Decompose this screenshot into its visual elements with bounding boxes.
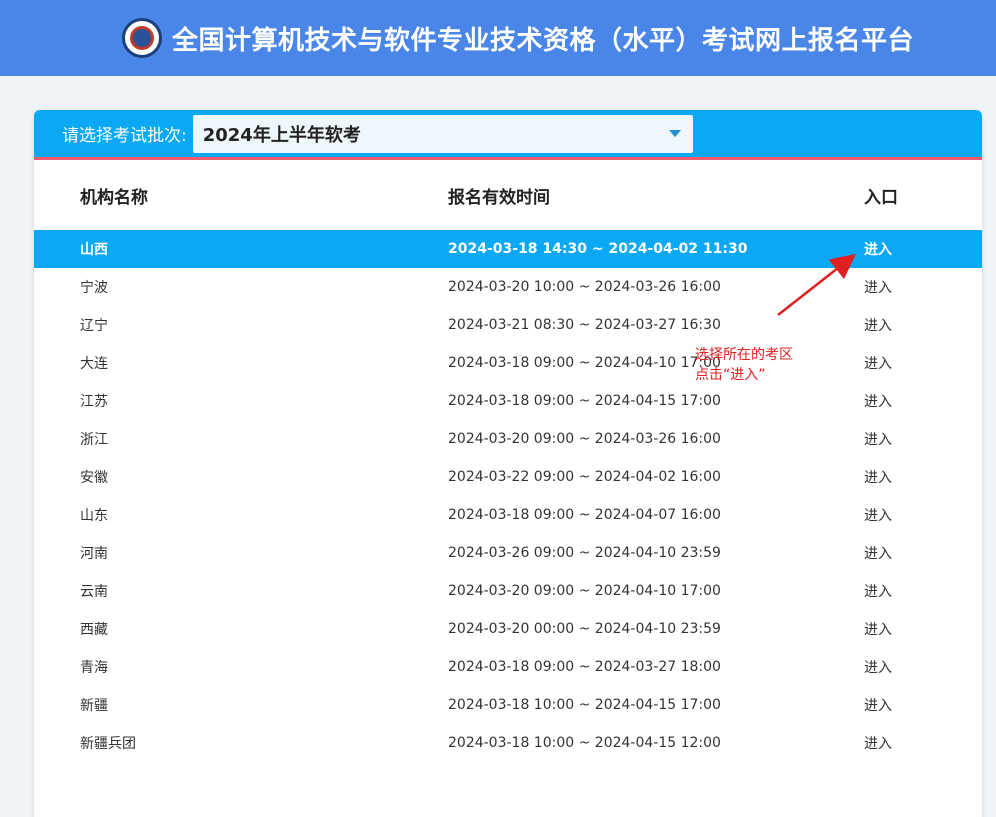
org-name: 云南 (80, 584, 108, 600)
column-header-time: 报名有效时间 (448, 187, 550, 208)
annotation-text: 选择所在的考区 点击“进入” (695, 345, 793, 385)
enter-link[interactable]: 进入 (864, 467, 892, 487)
table-row[interactable]: 新疆兵团 2024-03-18 10:00 ~ 2024-04-15 12:00 进… (34, 724, 982, 762)
table-row[interactable]: 江苏 2024-03-18 09:00 ~ 2024-04-15 17:00 进入 (34, 382, 982, 420)
table-row[interactable]: 云南 2024-03-20 09:00 ~ 2024-04-10 17:00 进入 (34, 572, 982, 610)
column-header-org: 机构名称 (80, 187, 148, 208)
registration-time: 2024-03-18 14:30 ~ 2024-04-02 11:30 (448, 241, 748, 257)
exam-card: 请选择考试批次: 2024年上半年软考 机构名称 报名有效时间 入口 山西 202… (34, 110, 982, 817)
org-name: 新疆 (80, 698, 108, 714)
batch-selector-bar: 请选择考试批次: 2024年上半年软考 (34, 110, 982, 160)
enter-link[interactable]: 进入 (864, 277, 892, 297)
org-name: 江苏 (80, 394, 108, 410)
enter-link[interactable]: 进入 (864, 543, 892, 563)
table-row[interactable]: 新疆 2024-03-18 10:00 ~ 2024-04-15 17:00 进入 (34, 686, 982, 724)
org-name: 辽宁 (80, 318, 108, 334)
org-name: 新疆兵团 (80, 736, 136, 752)
app-header: 全国计算机技术与软件专业技术资格（水平）考试网上报名平台 (0, 0, 996, 76)
table-row[interactable]: 河南 2024-03-26 09:00 ~ 2024-04-10 23:59 进入 (34, 534, 982, 572)
registration-time: 2024-03-18 10:00 ~ 2024-04-15 12:00 (448, 735, 721, 751)
batch-select-value: 2024年上半年软考 (202, 124, 361, 146)
logo-emblem-icon (129, 26, 154, 50)
batch-select[interactable]: 2024年上半年软考 (192, 114, 693, 153)
table-row[interactable]: 山西 2024-03-18 14:30 ~ 2024-04-02 11:30 进入 (34, 230, 982, 268)
table-row[interactable]: 宁波 2024-03-20 10:00 ~ 2024-03-26 16:00 进入 (34, 268, 982, 306)
org-name: 大连 (80, 356, 108, 372)
registration-time: 2024-03-22 09:00 ~ 2024-04-02 16:00 (448, 469, 721, 485)
table-row[interactable]: 西藏 2024-03-20 00:00 ~ 2024-04-10 23:59 进入 (34, 610, 982, 648)
annotation-line-2: 点击“进入” (695, 367, 766, 383)
logo (121, 18, 162, 58)
annotation-line-1: 选择所在的考区 (695, 347, 793, 363)
org-name: 浙江 (80, 432, 108, 448)
enter-link[interactable]: 进入 (864, 391, 892, 411)
registration-time: 2024-03-18 09:00 ~ 2024-04-10 17:00 (448, 355, 721, 371)
enter-link[interactable]: 进入 (864, 239, 892, 259)
table-body: 山西 2024-03-18 14:30 ~ 2024-04-02 11:30 进入宁… (34, 230, 982, 762)
table-row[interactable]: 山东 2024-03-18 09:00 ~ 2024-04-07 16:00 进入 (34, 496, 982, 534)
registration-time: 2024-03-18 09:00 ~ 2024-03-27 18:00 (448, 659, 721, 675)
registration-time: 2024-03-26 09:00 ~ 2024-04-10 23:59 (448, 545, 721, 561)
enter-link[interactable]: 进入 (864, 695, 892, 715)
enter-link[interactable]: 进入 (864, 657, 892, 677)
batch-selector-label: 请选择考试批次: (62, 126, 187, 146)
registration-time: 2024-03-18 09:00 ~ 2024-04-15 17:00 (448, 393, 721, 409)
registration-time: 2024-03-20 00:00 ~ 2024-04-10 23:59 (448, 621, 721, 637)
org-name: 山西 (80, 242, 108, 258)
table-row[interactable]: 辽宁 2024-03-21 08:30 ~ 2024-03-27 16:30 进入 (34, 306, 982, 344)
registration-time: 2024-03-21 08:30 ~ 2024-03-27 16:30 (448, 317, 721, 333)
table-header: 机构名称 报名有效时间 入口 (34, 160, 982, 230)
registration-time: 2024-03-20 10:00 ~ 2024-03-26 16:00 (448, 279, 721, 295)
enter-link[interactable]: 进入 (864, 581, 892, 601)
org-name: 河南 (80, 546, 108, 562)
chevron-down-icon[interactable] (668, 130, 681, 137)
page-title: 全国计算机技术与软件专业技术资格（水平）考试网上报名平台 (171, 25, 914, 56)
org-name: 西藏 (80, 622, 108, 638)
enter-link[interactable]: 进入 (864, 619, 892, 639)
table-row[interactable]: 大连 2024-03-18 09:00 ~ 2024-04-10 17:00 进入 (34, 344, 982, 382)
registration-time: 2024-03-18 10:00 ~ 2024-04-15 17:00 (448, 697, 721, 713)
enter-link[interactable]: 进入 (864, 353, 892, 373)
table-row[interactable]: 青海 2024-03-18 09:00 ~ 2024-03-27 18:00 进入 (34, 648, 982, 686)
org-name: 宁波 (80, 280, 108, 296)
registration-time: 2024-03-18 09:00 ~ 2024-04-07 16:00 (448, 507, 721, 523)
registration-time: 2024-03-20 09:00 ~ 2024-03-26 16:00 (448, 431, 721, 447)
org-name: 山东 (80, 508, 108, 524)
enter-link[interactable]: 进入 (864, 733, 892, 753)
registration-time: 2024-03-20 09:00 ~ 2024-04-10 17:00 (448, 583, 721, 599)
table-row[interactable]: 安徽 2024-03-22 09:00 ~ 2024-04-02 16:00 进入 (34, 458, 982, 496)
enter-link[interactable]: 进入 (864, 315, 892, 335)
org-name: 青海 (80, 660, 108, 676)
column-header-entry: 入口 (864, 187, 898, 208)
enter-link[interactable]: 进入 (864, 505, 892, 525)
table-row[interactable]: 浙江 2024-03-20 09:00 ~ 2024-03-26 16:00 进入 (34, 420, 982, 458)
enter-link[interactable]: 进入 (864, 429, 892, 449)
org-name: 安徽 (80, 470, 108, 486)
